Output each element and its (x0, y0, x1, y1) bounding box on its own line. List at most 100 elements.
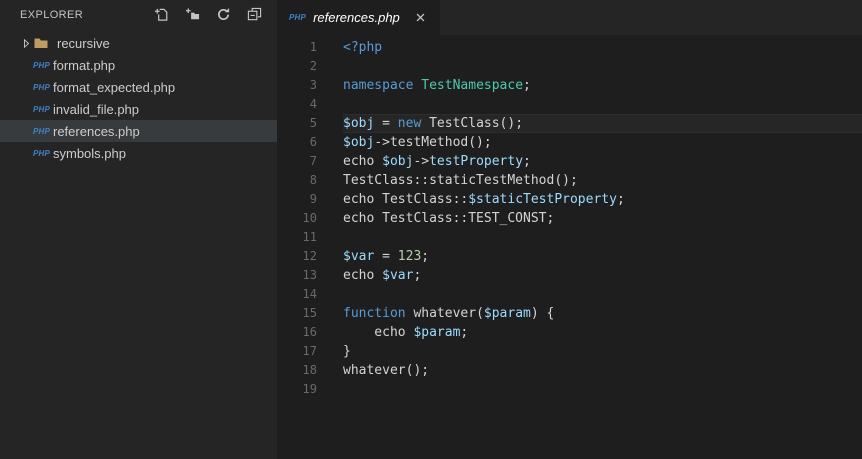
tree-item-format-php[interactable]: PHP format.php (0, 54, 277, 76)
new-folder-icon (185, 8, 199, 20)
folder-label: recursive (57, 35, 110, 51)
refresh-button[interactable] (214, 6, 232, 24)
code-token: namespace (343, 78, 414, 93)
code-text[interactable] (343, 228, 862, 247)
code-text[interactable]: echo $var; (343, 266, 862, 285)
code-token: $var (343, 249, 375, 264)
code-line[interactable]: 9 echo TestClass::$staticTestProperty; (277, 190, 862, 209)
refresh-icon (217, 7, 229, 20)
code-line[interactable]: 11 (277, 228, 862, 247)
tree-item-references-php[interactable]: PHP references.php (0, 120, 277, 142)
explorer-sidebar: EXPLORER recursive PHP format.php PHP fo… (0, 0, 277, 459)
code-line[interactable]: 1 <?php (277, 38, 862, 57)
code-text[interactable] (343, 380, 862, 399)
explorer-title: EXPLORER (20, 8, 84, 21)
code-token: } (343, 344, 351, 359)
code-line[interactable]: 12 $var = 123; (277, 247, 862, 266)
code-line[interactable]: 19 (277, 380, 862, 399)
code-line[interactable]: 3 namespace TestNamespace; (277, 76, 862, 95)
code-line[interactable]: 18 whatever(); (277, 361, 862, 380)
code-text[interactable]: namespace TestNamespace; (343, 76, 862, 95)
tab-references-php[interactable]: PHP references.php (277, 0, 440, 35)
code-line[interactable]: 6 $obj->testMethod(); (277, 133, 862, 152)
close-icon (416, 13, 425, 22)
code-token: $staticTestProperty (468, 192, 617, 207)
code-token: TestNamespace (421, 78, 524, 93)
code-token: function (343, 306, 406, 321)
code-token: = (374, 116, 398, 131)
code-token: echo TestClass:: (343, 192, 469, 207)
line-number: 2 (309, 59, 317, 73)
line-number: 15 (302, 306, 317, 320)
code-text[interactable]: echo $obj->testProperty; (343, 152, 862, 171)
code-line[interactable]: 15 function whatever($param) { (277, 304, 862, 323)
code-line[interactable]: 17} (277, 342, 862, 361)
code-token: ; (413, 268, 422, 283)
file-label: format.php (53, 57, 116, 73)
code-token: ; (460, 325, 469, 340)
code-line[interactable]: 2 (277, 57, 862, 76)
code-text[interactable]: $var = 123; (343, 247, 862, 266)
tab-bar: PHP references.php (277, 0, 862, 35)
code-text[interactable]: TestClass::staticTestMethod(); (343, 171, 862, 190)
line-number: 8 (309, 173, 317, 187)
code-text[interactable] (343, 95, 862, 114)
new-file-button[interactable] (152, 6, 170, 24)
line-number: 4 (309, 97, 317, 111)
code-line[interactable]: 7 echo $obj->testProperty; (277, 152, 862, 171)
new-folder-button[interactable] (183, 6, 201, 24)
code-token: ; (616, 192, 625, 207)
code-text[interactable]: <?php (343, 38, 862, 57)
tree-item-recursive[interactable]: recursive (0, 32, 277, 54)
code-token: testProperty (429, 154, 524, 169)
code-text[interactable]: whatever(); (343, 361, 862, 380)
code-text[interactable]: echo $param; (343, 323, 862, 342)
line-number: 6 (309, 135, 317, 149)
line-number: 19 (302, 382, 317, 396)
code-line[interactable]: 4 (277, 95, 862, 114)
line-number: 12 (302, 249, 317, 263)
code-token: $var (382, 268, 414, 283)
code-text[interactable]: $obj->testMethod(); (343, 133, 862, 152)
code-text[interactable] (343, 57, 862, 76)
file-label: invalid_file.php (53, 101, 140, 117)
explorer-header: EXPLORER (0, 0, 277, 29)
folder-icon (34, 38, 48, 48)
code-text[interactable]: echo TestClass::TEST_CONST; (343, 209, 862, 228)
tab-label: references.php (313, 10, 400, 25)
tab-close-button[interactable] (413, 10, 429, 26)
code-token: TestClass::staticTestMethod(); (343, 173, 578, 188)
explorer-actions (152, 6, 263, 24)
collapse-all-button[interactable] (245, 6, 263, 24)
tree-item-invalid-file-php[interactable]: PHP invalid_file.php (0, 98, 277, 120)
code-editor[interactable]: 1 <?php 2 3 namespace TestNamespace; 4 5 $obj =… (277, 35, 862, 459)
code-line[interactable]: 13 echo $var; (277, 266, 862, 285)
code-line[interactable]: 14 (277, 285, 862, 304)
code-line[interactable]: 16 echo $param; (277, 323, 862, 342)
collapse-all-icon (247, 7, 261, 21)
line-number: 7 (309, 154, 317, 168)
tree-item-format-expected-php[interactable]: PHP format_expected.php (0, 76, 277, 98)
line-number: 18 (302, 363, 317, 377)
line-number: 16 (302, 325, 317, 339)
line-number: 13 (302, 268, 317, 282)
chevron-right-icon (20, 35, 33, 51)
code-token: echo (343, 325, 414, 340)
code-line[interactable]: 8 TestClass::staticTestMethod(); (277, 171, 862, 190)
code-token: whatever(); (343, 363, 430, 378)
line-number: 10 (302, 211, 317, 225)
code-token: TestClass(); (421, 116, 524, 131)
code-line[interactable]: 5 $obj = new TestClass(); (277, 114, 862, 133)
code-token: $obj (343, 135, 375, 150)
tree-item-symbols-php[interactable]: PHP symbols.php (0, 142, 277, 164)
code-text[interactable]: echo TestClass::$staticTestProperty; (343, 190, 862, 209)
code-token: new (397, 116, 422, 131)
code-text[interactable]: function whatever($param) { (343, 304, 862, 323)
code-text[interactable]: } (343, 342, 862, 361)
code-token: = (374, 249, 398, 264)
code-text[interactable] (343, 285, 862, 304)
code-line[interactable]: 10 echo TestClass::TEST_CONST; (277, 209, 862, 228)
code-token: echo TestClass::TEST_CONST; (343, 211, 555, 226)
code-token: ; (523, 154, 531, 169)
code-text[interactable]: $obj = new TestClass(); (343, 114, 862, 133)
